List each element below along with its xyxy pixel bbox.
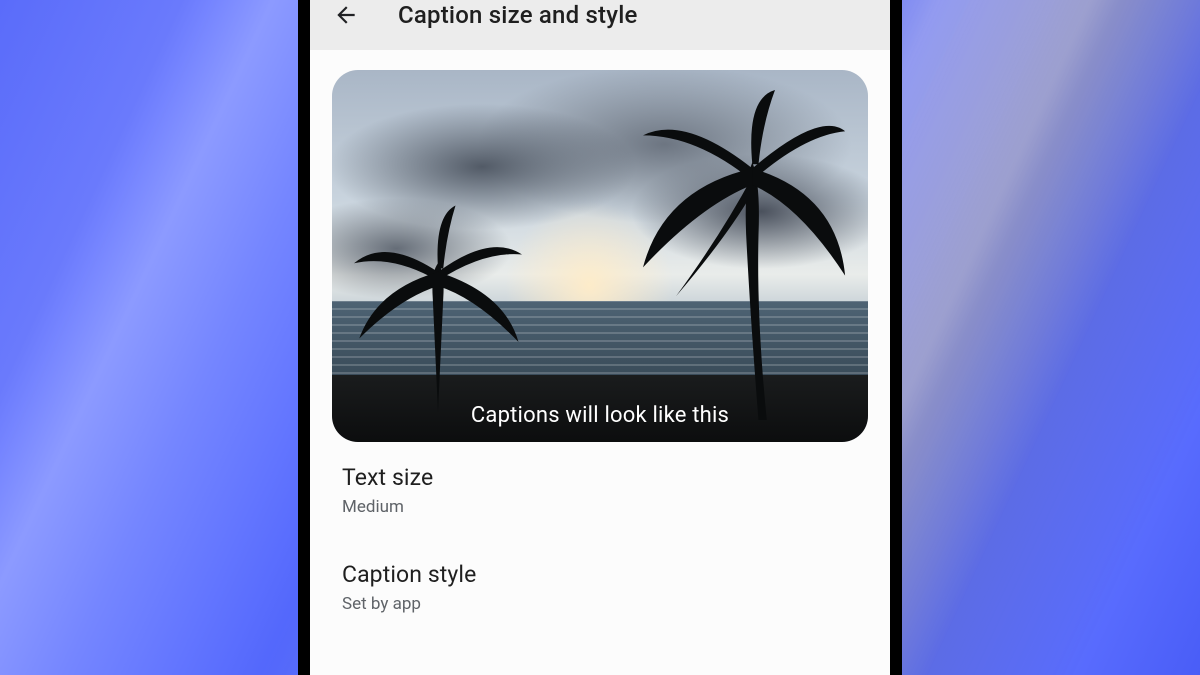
- page-title: Caption size and style: [398, 1, 638, 29]
- text-size-title: Text size: [342, 464, 858, 491]
- caption-style-setting[interactable]: Caption style Set by app: [332, 539, 868, 622]
- phone-screen: Caption size and style: [310, 0, 890, 675]
- palm-tree-icon: [348, 202, 528, 412]
- text-size-value: Medium: [342, 497, 858, 517]
- caption-preview-card: Captions will look like this: [332, 70, 868, 442]
- text-size-setting[interactable]: Text size Medium: [332, 442, 868, 525]
- phone-frame: Caption size and style: [298, 0, 902, 675]
- back-button[interactable]: [324, 0, 368, 37]
- caption-style-value: Set by app: [342, 594, 858, 614]
- caption-sample-text: Captions will look like this: [332, 403, 868, 428]
- content-area: Captions will look like this Text size M…: [310, 50, 890, 675]
- palm-tree-icon: [627, 90, 857, 420]
- back-arrow-icon: [333, 2, 359, 28]
- appbar: Caption size and style: [310, 0, 890, 50]
- caption-style-title: Caption style: [342, 561, 858, 588]
